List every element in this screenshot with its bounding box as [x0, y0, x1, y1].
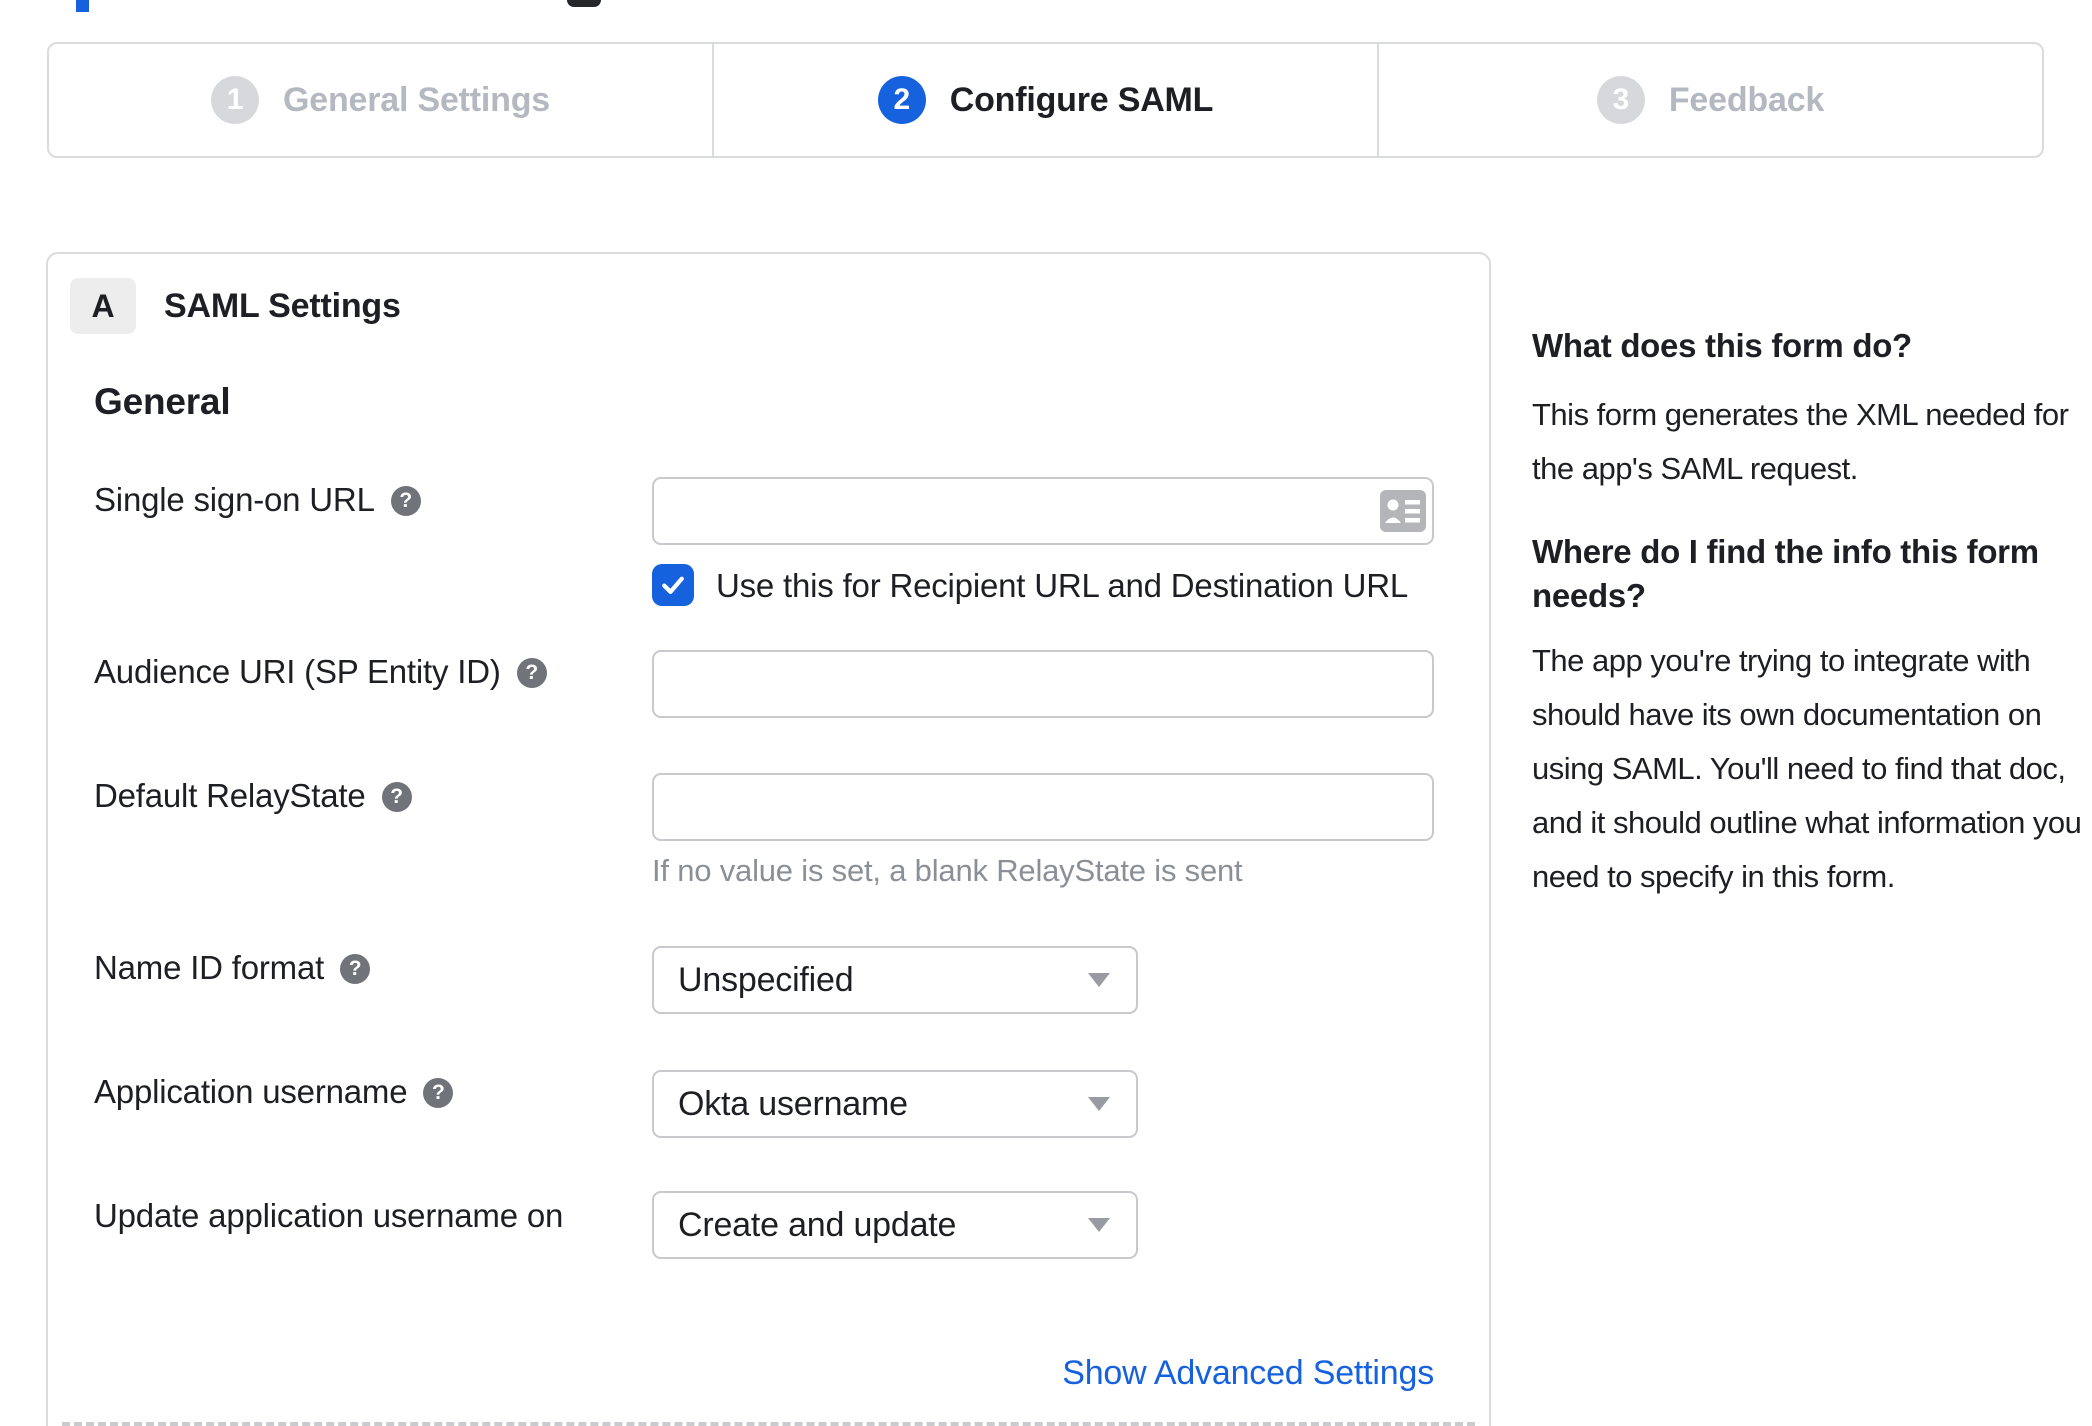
step-label: General Settings — [283, 80, 550, 119]
section-a-badge: A — [70, 278, 136, 334]
sidebar-heading-what: What does this form do? — [1532, 327, 1912, 364]
selected-value: Unspecified — [678, 960, 854, 999]
step-number-badge: 1 — [211, 76, 259, 124]
help-icon[interactable]: ? — [516, 658, 547, 688]
help-icon[interactable]: ? — [381, 782, 412, 812]
single-sign-on-url-field — [652, 477, 1434, 545]
section-title: SAML Settings — [164, 286, 401, 325]
help-icon[interactable]: ? — [423, 1078, 454, 1108]
step-label: Feedback — [1668, 80, 1825, 119]
help-sidebar: What does this form do? This form genera… — [1532, 324, 2088, 904]
sidebar-paragraph-where: The app you're trying to integrate with … — [1532, 643, 2082, 894]
saml-settings-panel: A SAML Settings General Single sign-on U… — [46, 252, 1491, 1426]
selected-value: Create and update — [678, 1205, 957, 1244]
step-feedback[interactable]: 3 Feedback — [1377, 44, 2042, 156]
single-sign-on-url-label: Single sign-on URL ? — [94, 480, 421, 520]
wizard-stepper: 1 General Settings 2 Configure SAML 3 Fe… — [47, 42, 2044, 158]
step-configure-saml[interactable]: 2 Configure SAML — [712, 44, 1377, 156]
step-number-badge: 3 — [1596, 76, 1645, 124]
chevron-down-icon — [1088, 973, 1110, 987]
step-general-settings[interactable]: 1 General Settings — [49, 44, 712, 156]
use-for-recipient-destination-label[interactable]: Use this for Recipient URL and Destinati… — [716, 566, 1408, 606]
clipped-blue-fragment — [76, 0, 89, 12]
step-number-badge: 2 — [877, 76, 926, 124]
default-relaystate-label: Default RelayState ? — [94, 776, 412, 816]
sidebar-paragraph-what: This form generates the XML needed for t… — [1532, 397, 2069, 486]
application-username-label: Application username ? — [94, 1072, 454, 1112]
update-application-username-label: Update application username on — [94, 1197, 564, 1234]
application-username-select[interactable]: Okta username — [652, 1070, 1138, 1138]
help-icon[interactable]: ? — [390, 486, 421, 516]
default-relaystate-field — [652, 773, 1434, 841]
step-label: Configure SAML — [949, 80, 1214, 119]
audience-uri-field — [652, 650, 1434, 718]
show-advanced-settings-link[interactable]: Show Advanced Settings — [1062, 1354, 1434, 1393]
clipped-dark-fragment — [567, 0, 601, 7]
update-application-username-select[interactable]: Create and update — [652, 1191, 1138, 1259]
name-id-format-select[interactable]: Unspecified — [652, 946, 1138, 1014]
name-id-format-label: Name ID format ? — [94, 948, 371, 988]
default-relaystate-input[interactable] — [654, 775, 1432, 839]
help-icon[interactable]: ? — [340, 954, 371, 984]
chevron-down-icon — [1088, 1218, 1110, 1232]
section-dashed-divider — [62, 1422, 1475, 1426]
selected-value: Okta username — [678, 1084, 908, 1123]
use-for-recipient-destination-checkbox[interactable] — [652, 564, 694, 606]
sidebar-heading-where: Where do I find the info this form needs… — [1532, 533, 2039, 614]
contact-card-autofill-icon[interactable] — [1380, 490, 1426, 532]
general-group-heading: General — [94, 381, 231, 422]
chevron-down-icon — [1088, 1097, 1110, 1111]
audience-uri-input[interactable] — [654, 652, 1432, 716]
single-sign-on-url-input[interactable] — [654, 479, 1432, 543]
audience-uri-label: Audience URI (SP Entity ID) ? — [94, 652, 547, 692]
relaystate-hint: If no value is set, a blank RelayState i… — [652, 853, 1243, 888]
checkmark-icon — [662, 576, 684, 594]
